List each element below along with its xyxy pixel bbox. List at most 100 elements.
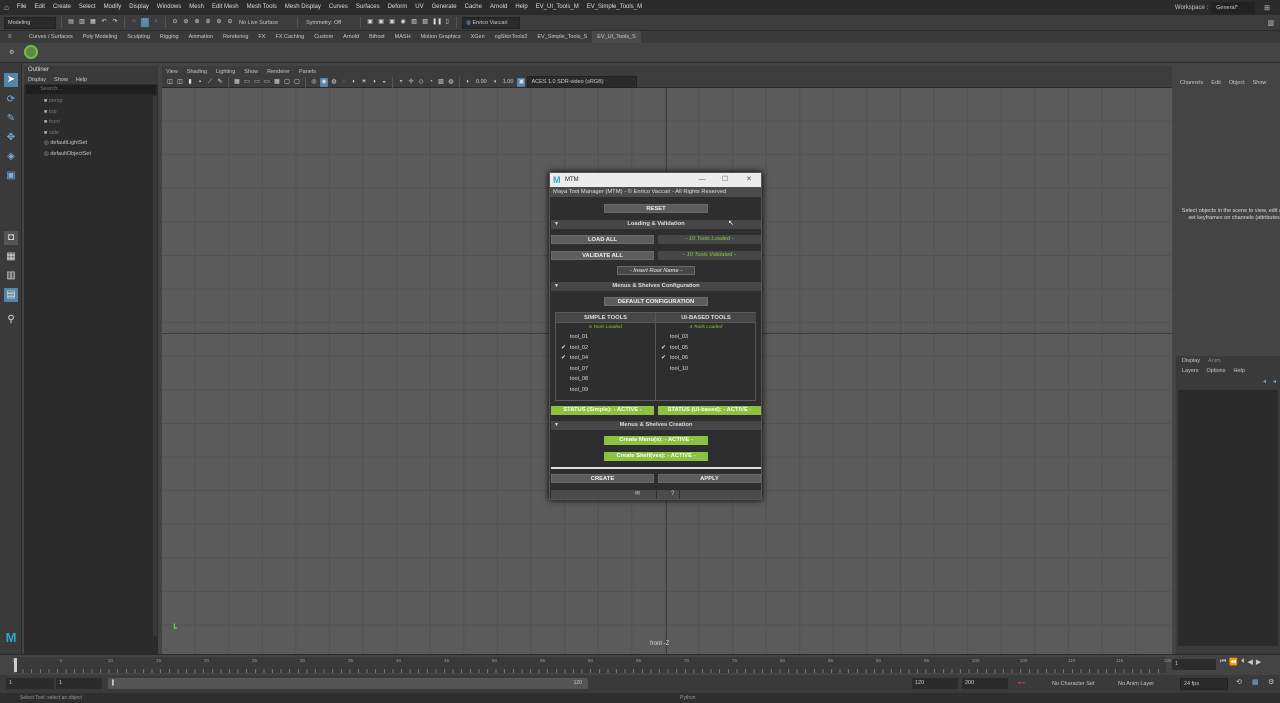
scene-start-field[interactable]: 1 bbox=[6, 678, 54, 689]
hypershade-icon[interactable]: ◉ bbox=[399, 18, 407, 27]
status-simple-button[interactable]: STATUS (Simple): - ACTIVE - bbox=[551, 406, 654, 415]
viewport-menu-lighting[interactable]: Lighting bbox=[216, 69, 235, 75]
ui-tool-checkbox[interactable]: ✔ tool_05 bbox=[656, 343, 756, 354]
snap-grid-icon[interactable]: ⊙ bbox=[171, 18, 179, 27]
zoom-icon[interactable]: ⚲ bbox=[4, 313, 18, 327]
shelf-tab-bifrost[interactable]: Bifrost bbox=[364, 31, 390, 43]
pause-icon[interactable]: ❚❚ bbox=[432, 18, 442, 27]
gate-mask-icon[interactable]: ▭ bbox=[263, 78, 271, 87]
outliner-search-input[interactable]: Search... bbox=[26, 85, 156, 94]
help-icon[interactable]: ? bbox=[671, 490, 674, 499]
redo-icon[interactable]: ↷ bbox=[111, 18, 119, 27]
menu-item-edit-mesh[interactable]: Edit Mesh bbox=[208, 0, 243, 15]
shelf-tab-xgen[interactable]: XGen bbox=[466, 31, 490, 43]
fps-dropdown[interactable]: 24 fps bbox=[1180, 678, 1228, 690]
isolate-select-icon[interactable]: ◇ bbox=[417, 78, 425, 87]
shelf-tab-sculpting[interactable]: Sculpting bbox=[122, 31, 155, 43]
mtm-shelf-button-icon[interactable] bbox=[24, 45, 38, 59]
scene-end-field[interactable]: 200 bbox=[962, 678, 1008, 689]
shelf-tab-custom[interactable]: Custom bbox=[309, 31, 338, 43]
shelf-tab-fx[interactable]: FX bbox=[253, 31, 270, 43]
range-slider-bar[interactable]: ▌ 120 bbox=[108, 678, 588, 689]
current-frame-field[interactable]: 1 bbox=[1172, 659, 1216, 670]
outliner-item[interactable]: ■ side bbox=[24, 128, 158, 139]
outliner-item[interactable]: ■ persp bbox=[24, 96, 158, 107]
four-layout-icon[interactable]: ▦ bbox=[4, 250, 18, 264]
smooth-shade-icon[interactable]: ◉ bbox=[320, 77, 328, 87]
grease-pencil-icon[interactable]: ✎ bbox=[216, 78, 224, 87]
render-view-icon[interactable]: ▧ bbox=[410, 18, 418, 27]
workspace-dropdown[interactable]: General* bbox=[1211, 1, 1256, 14]
viewport-menu-renderer[interactable]: Renderer bbox=[267, 69, 290, 75]
xray-icon[interactable]: ◓ bbox=[397, 78, 405, 87]
menu-item-file[interactable]: File bbox=[13, 0, 31, 15]
film-gate-icon[interactable]: ▭ bbox=[243, 78, 251, 87]
menu-item-windows[interactable]: Windows bbox=[153, 0, 185, 15]
viewport-menu-panels[interactable]: Panels bbox=[299, 69, 316, 75]
range-start-handle[interactable]: ▌ bbox=[112, 678, 116, 689]
snap-surface-icon[interactable]: ⊜ bbox=[215, 18, 223, 27]
shelf-tab-rigging[interactable]: Rigging bbox=[155, 31, 184, 43]
menu-item-help[interactable]: Help bbox=[511, 0, 531, 15]
depth-of-field-icon[interactable]: ◍ bbox=[447, 78, 455, 87]
playback-start-field[interactable]: 1 bbox=[56, 678, 102, 689]
field-chart-icon[interactable]: ▦ bbox=[273, 78, 281, 87]
open-scene-icon[interactable]: ▥ bbox=[78, 18, 86, 27]
anti-alias-icon[interactable]: ▧ bbox=[437, 78, 445, 87]
select-tool-icon[interactable]: ➤ bbox=[4, 73, 18, 87]
lock-icon[interactable]: ⊞ bbox=[1264, 4, 1270, 12]
simple-tool-checkbox[interactable]: tool_08 bbox=[556, 374, 655, 385]
snap-live-icon[interactable]: ⊝ bbox=[226, 18, 234, 27]
current-frame-marker[interactable] bbox=[14, 658, 17, 672]
live-surface-label[interactable]: No Live Surface bbox=[239, 20, 278, 26]
camera-attr-icon[interactable]: ◫ bbox=[176, 78, 184, 87]
stop-icon[interactable]: ▯ bbox=[443, 18, 451, 27]
snap-view-icon[interactable]: ⊛ bbox=[204, 18, 212, 27]
ui-tool-checkbox[interactable]: ✔ tool_06 bbox=[656, 353, 756, 364]
step-back-icon[interactable]: ⏪ bbox=[1229, 658, 1238, 666]
menu-item-mesh-display[interactable]: Mesh Display bbox=[281, 0, 325, 15]
menu-item-select[interactable]: Select bbox=[75, 0, 100, 15]
shelf-tab-rendering[interactable]: Rendering bbox=[218, 31, 253, 43]
outliner-item[interactable]: ◎ defaultLightSet bbox=[24, 138, 158, 149]
shelf-tab-animation[interactable]: Animation bbox=[184, 31, 218, 43]
minimize-icon[interactable]: — bbox=[690, 173, 714, 187]
channel-menu-channels[interactable]: Channels bbox=[1180, 80, 1203, 86]
simple-tool-checkbox[interactable]: tool_01 bbox=[556, 332, 655, 343]
menu-item-create[interactable]: Create bbox=[49, 0, 75, 15]
step-back-key-icon[interactable]: ⏴ bbox=[1241, 658, 1245, 666]
ambient-occlusion-icon[interactable]: ◒ bbox=[380, 78, 388, 87]
simple-tool-checkbox[interactable]: tool_07 bbox=[556, 364, 655, 375]
viewport-menu-show[interactable]: Show bbox=[244, 69, 258, 75]
section-menus-configuration[interactable]: ▼ Menus & Shelves Configuration bbox=[551, 282, 761, 291]
channel-menu-object[interactable]: Object bbox=[1229, 80, 1245, 86]
menu-item-ev-ui-tools-m[interactable]: EV_UI_Tools_M bbox=[532, 0, 583, 15]
create-button[interactable]: CREATE bbox=[551, 474, 654, 483]
grid-icon[interactable]: ▦ bbox=[233, 78, 241, 87]
ipr-render-icon[interactable]: ▣ bbox=[377, 18, 385, 27]
layer-menu-help[interactable]: Help bbox=[1233, 368, 1244, 374]
play-forward-icon[interactable]: ▶ bbox=[1256, 658, 1261, 666]
color-management-icon[interactable]: ▣ bbox=[517, 77, 526, 87]
lights-icon[interactable]: ☀ bbox=[360, 78, 368, 87]
two-d-pan-icon[interactable]: ⟋ bbox=[206, 78, 214, 87]
shelf-tab-ngskintools2[interactable]: ngSkinTools2 bbox=[490, 31, 533, 43]
user-dropdown[interactable]: ◍ Enrico Vaccari bbox=[462, 16, 521, 29]
safe-action-icon[interactable]: ▢ bbox=[283, 78, 291, 87]
single-layout-icon[interactable]: ◘ bbox=[4, 231, 18, 245]
shelf-tab-fx-caching[interactable]: FX Caching bbox=[270, 31, 309, 43]
menu-item-cache[interactable]: Cache bbox=[461, 0, 486, 15]
save-scene-icon[interactable]: ▦ bbox=[89, 18, 97, 27]
symmetry-dropdown[interactable]: Symmetry: Off bbox=[303, 18, 347, 28]
layer-menu-options[interactable]: Options bbox=[1207, 368, 1226, 374]
home-icon[interactable]: ⌂ bbox=[4, 3, 13, 12]
render-settings-icon[interactable]: ▣ bbox=[388, 18, 396, 27]
outliner-layout-icon[interactable]: ▤ bbox=[4, 288, 18, 302]
menu-item-surfaces[interactable]: Surfaces bbox=[352, 0, 384, 15]
shelf-settings-icon[interactable]: ⚙ bbox=[9, 49, 14, 56]
image-plane-icon[interactable]: ▪ bbox=[196, 78, 204, 87]
close-icon[interactable]: ✕ bbox=[737, 173, 761, 187]
channel-menu-edit[interactable]: Edit bbox=[1211, 80, 1220, 86]
script-language-label[interactable]: Python bbox=[680, 693, 696, 703]
create-shelves-button[interactable]: Create Shelf(ves): - ACTIVE - bbox=[604, 452, 708, 461]
